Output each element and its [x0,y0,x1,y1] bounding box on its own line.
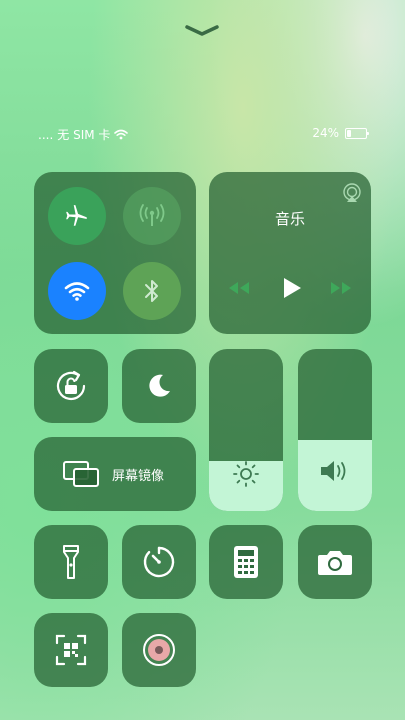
screen-mirroring-icon [63,461,99,487]
play-icon[interactable] [281,276,303,300]
screen-mirroring-button[interactable]: 屏幕镜像 [34,437,196,511]
cellular-antenna-icon [139,204,165,226]
wifi-button[interactable] [48,262,106,320]
camera-icon [318,551,352,575]
cellular-data-button[interactable] [123,187,181,245]
flashlight-icon [63,545,79,579]
status-bar-left: .... 无 SIM 卡 [38,126,129,143]
volume-icon [321,461,346,481]
rotation-lock-button[interactable] [34,349,108,423]
brightness-slider[interactable] [209,349,283,511]
battery-percent: 24% [312,126,339,140]
music-title: 音乐 [274,210,305,228]
wifi-icon [64,282,90,301]
chevron-down-icon[interactable] [184,24,220,38]
screen-record-button[interactable] [122,613,196,687]
calculator-icon [234,546,258,578]
battery-fill [347,129,352,137]
rewind-icon[interactable] [227,280,251,296]
airplane-mode-button[interactable] [48,187,106,245]
carrier-label: 无 SIM 卡 [57,128,111,142]
timer-icon [143,546,175,578]
battery-icon [345,127,369,139]
camera-button[interactable] [298,525,372,599]
signal-dots: .... [38,127,54,142]
calculator-button[interactable] [209,525,283,599]
qr-scanner-button[interactable] [34,613,108,687]
do-not-disturb-button[interactable] [122,349,196,423]
connectivity-panel [34,172,196,334]
flashlight-button[interactable] [34,525,108,599]
airplane-icon [66,205,88,226]
qr-scanner-icon [55,634,87,666]
status-bar-right: 24% [312,126,369,140]
rotation-lock-icon [56,370,86,401]
wifi-status-icon [114,129,129,140]
moon-icon [149,374,170,397]
bluetooth-button[interactable] [123,262,181,320]
timer-button[interactable] [122,525,196,599]
volume-slider[interactable] [298,349,372,511]
screen-record-icon [143,634,175,666]
music-panel[interactable]: 音乐 [209,172,371,334]
bluetooth-icon [145,280,158,302]
screen-mirroring-label: 屏幕镜像 [112,469,165,484]
brightness-icon [233,461,259,487]
airplay-icon[interactable] [341,182,363,204]
fast-forward-icon[interactable] [329,280,353,296]
